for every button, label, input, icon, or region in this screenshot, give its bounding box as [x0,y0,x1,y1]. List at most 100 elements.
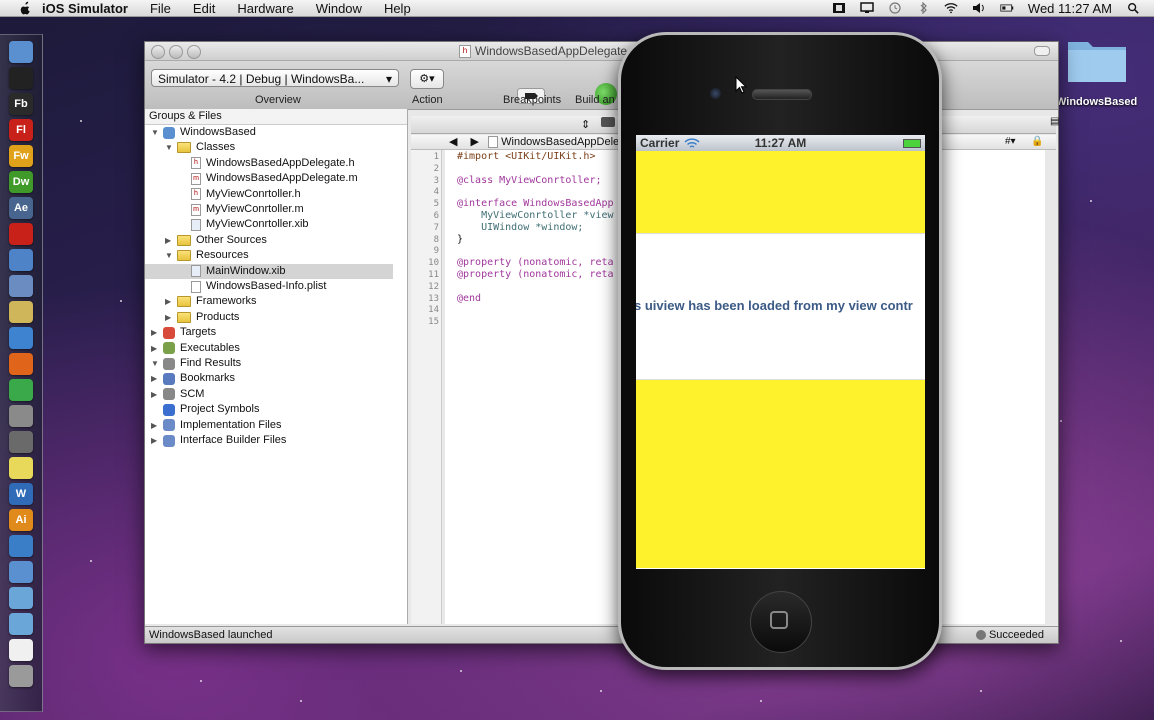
time-machine-icon[interactable] [888,2,902,14]
tree-item[interactable]: ▶ Products [145,310,393,325]
disclosure-closed-icon[interactable]: ▶ [151,371,159,386]
finder-icon[interactable] [9,41,33,63]
tree-item[interactable]: ▼ WindowsBased [145,125,393,140]
tree-item[interactable]: m MyViewConrtoller.m [145,202,393,217]
terminal-icon[interactable] [9,67,33,89]
disclosure-closed-icon[interactable]: ▶ [165,310,173,325]
interface-builder-icon[interactable] [9,275,33,297]
flash-icon[interactable]: Fl [9,119,33,141]
bluetooth-icon[interactable] [916,2,930,14]
disclosure-closed-icon[interactable]: ▶ [151,325,159,340]
preview-icon[interactable] [9,561,33,583]
iphone-screen[interactable]: Carrier 11:27 AM s uiview has been loade… [636,135,925,569]
disclosure-open-icon[interactable]: ▼ [165,248,173,263]
after-effects-icon[interactable]: Ae [9,197,33,219]
illustrator-icon[interactable]: Ai [9,509,33,531]
tree-item[interactable]: WindowsBased-Info.plist [145,279,393,294]
firefox-icon[interactable] [9,353,33,375]
scheme-popup[interactable]: Simulator - 4.2 | Debug | WindowsBa... ▾ [151,69,399,87]
editor-action-icon[interactable] [601,117,615,127]
tree-item[interactable]: m WindowsBasedAppDelegate.m [145,171,393,186]
zoom-window-button[interactable] [187,45,201,59]
tree-item[interactable]: ▼ Classes [145,140,393,155]
document-icon[interactable] [9,639,33,661]
menu-window[interactable]: Window [316,1,362,16]
tree-item[interactable]: ▶ Targets [145,325,393,340]
code-line[interactable]: MyViewConrtoller *view [457,210,613,221]
trash-icon[interactable] [9,665,33,687]
tree-item[interactable]: ▼ Resources [145,248,393,263]
home-button[interactable] [750,591,812,653]
camera-icon[interactable] [9,431,33,453]
code-line[interactable]: } [457,234,463,245]
tree-item[interactable]: ▶ Interface Builder Files [145,433,393,448]
tree-item[interactable]: Project Symbols [145,402,393,417]
disclosure-open-icon[interactable]: ▼ [151,356,159,371]
toolbar-toggle-button[interactable] [1034,46,1050,56]
disclosure-closed-icon[interactable]: ▶ [165,294,173,309]
code-line[interactable]: @class MyViewConrtoller; [457,175,602,186]
flash-builder-icon[interactable]: Fb [9,93,33,115]
tree-item[interactable]: ▶ SCM [145,387,393,402]
tree-item[interactable]: ▶ Executables [145,341,393,356]
instruments-icon[interactable] [9,301,33,323]
spotlight-icon[interactable] [1126,2,1140,14]
volume-icon[interactable] [972,2,986,14]
xcode-icon[interactable] [9,249,33,271]
menu-help[interactable]: Help [384,1,411,16]
code-line[interactable]: @property (nonatomic, reta [457,257,614,268]
desktop-folder-icon[interactable] [1066,34,1128,84]
fireworks-icon[interactable]: Fw [9,145,33,167]
tree-item[interactable]: h WindowsBasedAppDelegate.h [145,156,393,171]
lock-icon[interactable]: 🔒 [1031,136,1043,147]
script-menu-icon[interactable] [832,2,846,14]
app-menu[interactable]: iOS Simulator [42,1,128,16]
menubar-clock[interactable]: Wed 11:27 AM [1028,1,1112,16]
editor-popup-arrow-icon[interactable]: ⇕ [581,118,590,131]
code-line[interactable]: @property (nonatomic, reta [457,269,614,280]
forward-arrow-icon[interactable]: ▶ [471,136,479,148]
chrome-icon[interactable] [9,379,33,401]
disclosure-open-icon[interactable]: ▼ [151,125,159,140]
disclosure-closed-icon[interactable]: ▶ [151,418,159,433]
display-icon[interactable] [860,2,874,14]
downloads-folder-icon[interactable] [9,613,33,635]
tree-item[interactable]: MainWindow.xib [145,263,393,279]
menu-hardware[interactable]: Hardware [237,1,293,16]
code-line[interactable]: @end [457,293,481,304]
counterpart-popup[interactable]: #▾ [1005,136,1016,147]
disclosure-open-icon[interactable]: ▼ [165,140,173,155]
menu-file[interactable]: File [150,1,171,16]
split-editor-icon[interactable]: ▤ [1050,116,1059,127]
itunes-icon[interactable] [9,535,33,557]
disclosure-closed-icon[interactable]: ▶ [151,387,159,402]
word-icon[interactable]: W [9,483,33,505]
disclosure-closed-icon[interactable]: ▶ [151,433,159,448]
action-button[interactable]: ⚙▾ [410,69,444,89]
code-line[interactable]: @interface WindowsBasedApp [457,198,614,209]
back-arrow-icon[interactable]: ◀ [449,136,457,148]
tree-item[interactable]: ▶ Implementation Files [145,418,393,433]
tree-item[interactable]: ▼ Find Results [145,356,393,371]
code-line[interactable]: UIWindow *window; [457,222,583,233]
stickies-icon[interactable] [9,457,33,479]
apple-menu-icon[interactable] [18,1,32,15]
folder-icon[interactable] [9,587,33,609]
system-preferences-icon[interactable] [9,405,33,427]
tree-item[interactable]: ▶ Bookmarks [145,371,393,386]
desktop-folder-label[interactable]: WindowsBased [1056,96,1137,108]
tree-item[interactable]: ▶ Other Sources [145,233,393,248]
close-window-button[interactable] [151,45,165,59]
tree-item[interactable]: MyViewConrtoller.xib [145,217,393,232]
disclosure-closed-icon[interactable]: ▶ [165,233,173,248]
disclosure-closed-icon[interactable]: ▶ [151,341,159,356]
acrobat-icon[interactable] [9,223,33,245]
wifi-icon[interactable] [944,2,958,14]
tree-item[interactable]: h MyViewConrtoller.h [145,187,393,202]
tree-item[interactable]: ▶ Frameworks [145,294,393,309]
menu-edit[interactable]: Edit [193,1,215,16]
minimize-window-button[interactable] [169,45,183,59]
dreamweaver-icon[interactable]: Dw [9,171,33,193]
code-line[interactable]: #import <UIKit/UIKit.h> [457,151,595,162]
battery-icon[interactable] [1000,2,1014,14]
